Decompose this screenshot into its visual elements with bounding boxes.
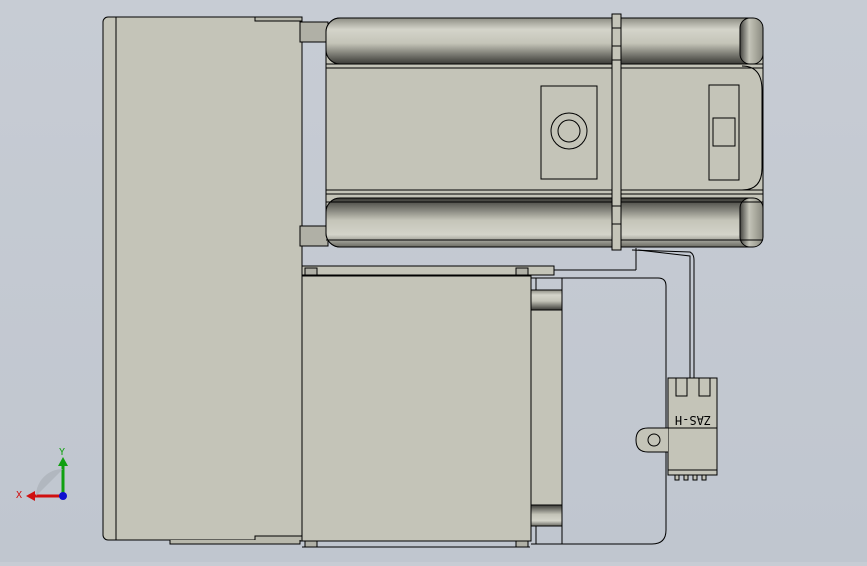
x-axis-label: X: [16, 490, 22, 501]
axis-triad: X Y: [16, 447, 68, 501]
cad-viewport[interactable]: ZAS-H X Y: [0, 0, 867, 562]
connector-pins: [674, 474, 707, 481]
flange-plate[interactable]: [102, 16, 303, 545]
assembly-drawing: ZAS-H X Y: [16, 13, 764, 548]
motor-nameplate: [540, 85, 598, 180]
spacer-strip: [301, 248, 637, 276]
motor-body[interactable]: [299, 17, 764, 248]
output-flange[interactable]: [530, 277, 667, 545]
y-axis-label: Y: [59, 447, 65, 458]
sensor-connector[interactable]: [635, 377, 718, 481]
motor-terminal-cover: [708, 84, 740, 181]
connector-label: ZAS-H: [675, 413, 711, 427]
mounting-strap[interactable]: [611, 13, 622, 251]
gearbox-housing[interactable]: [301, 275, 532, 548]
